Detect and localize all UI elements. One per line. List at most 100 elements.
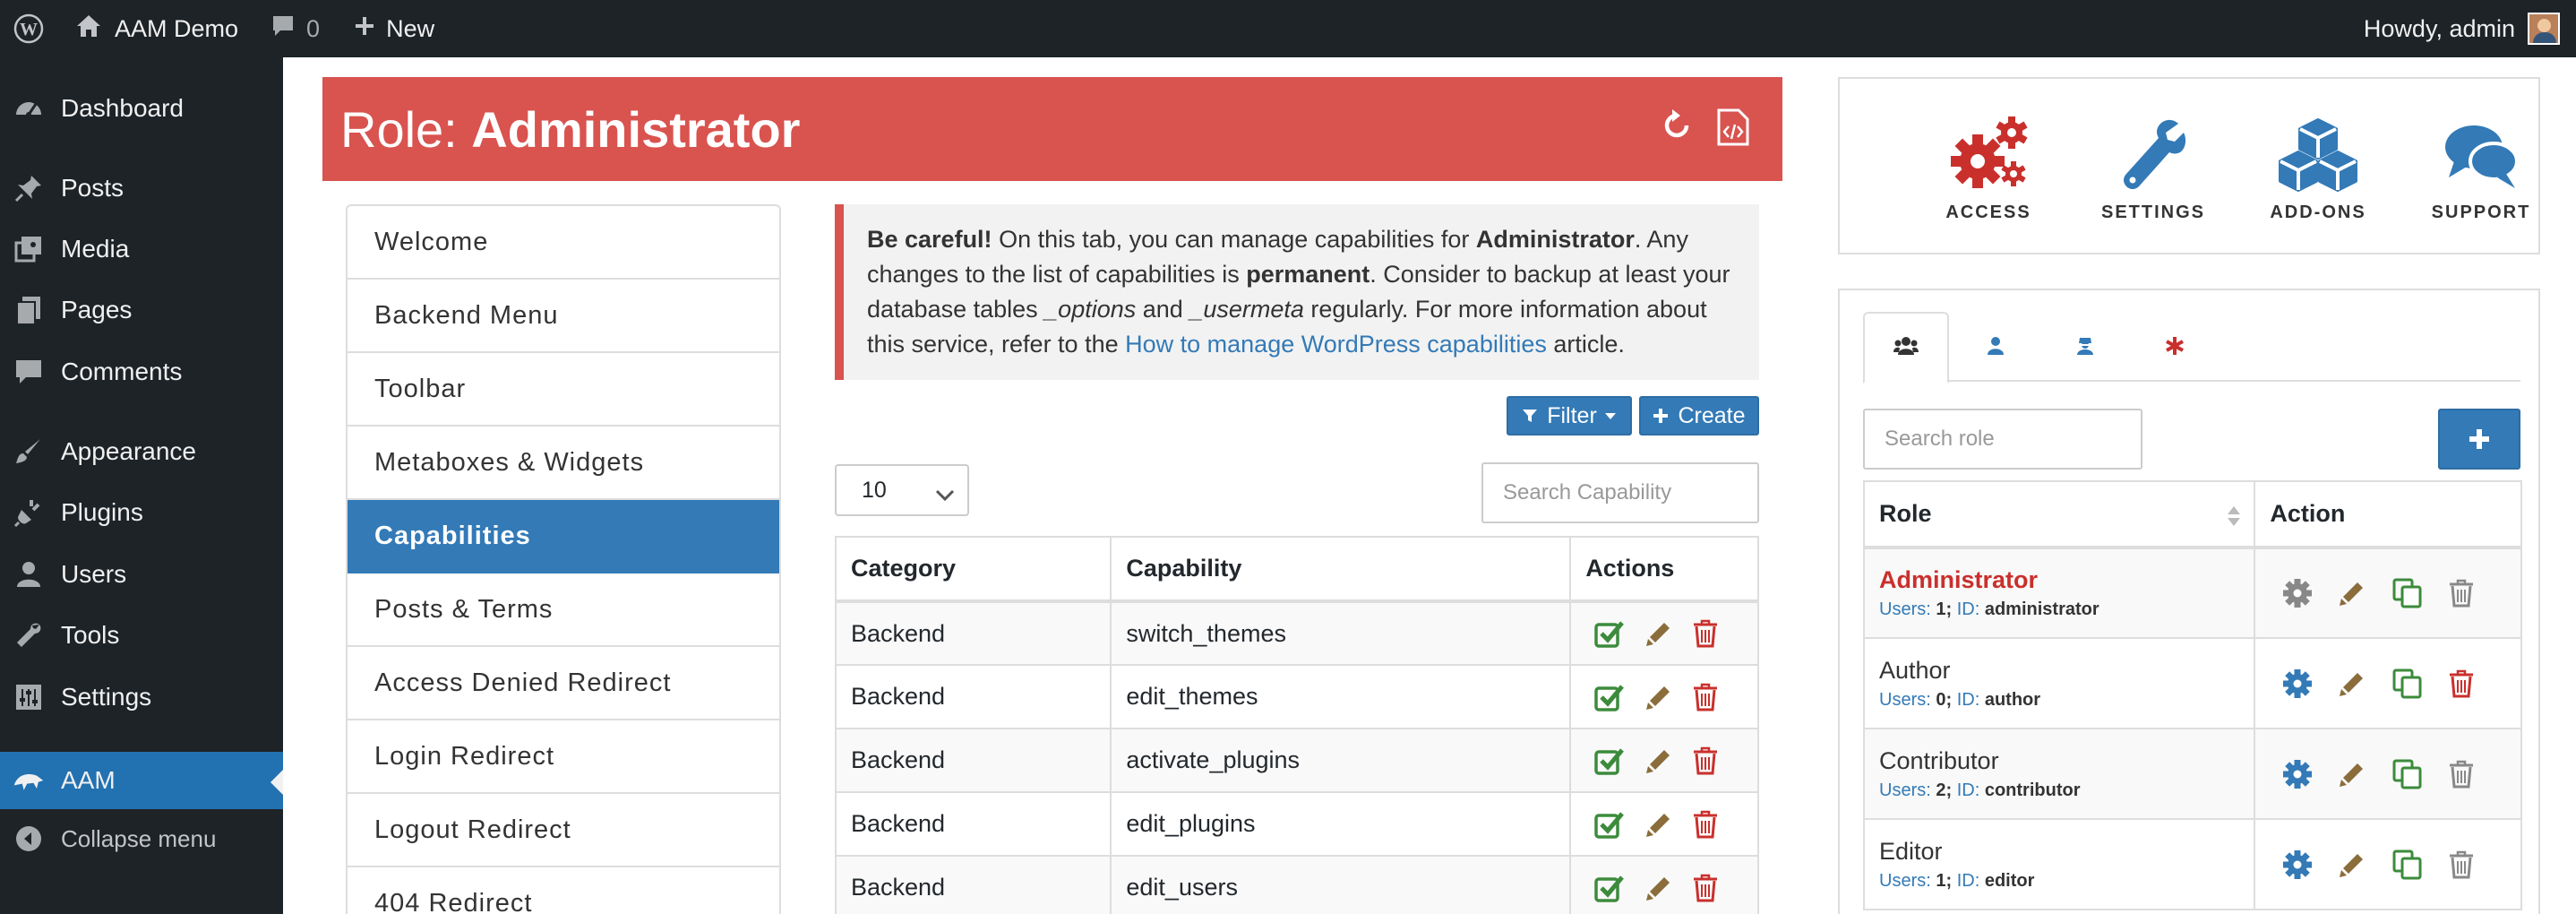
role-name[interactable]: Author — [1879, 657, 2254, 685]
manage-gear-icon[interactable] — [2282, 668, 2313, 699]
delete-trash-icon[interactable] — [1693, 874, 1718, 902]
edit-pencil-icon[interactable] — [1644, 683, 1673, 711]
edit-pencil-icon[interactable] — [1644, 619, 1673, 648]
collapse-menu-button[interactable]: Collapse menu — [0, 810, 283, 867]
sidebar-item-label: Plugins — [61, 498, 143, 526]
media-icon — [13, 233, 45, 265]
role-name[interactable]: Contributor — [1879, 747, 2254, 775]
clone-icon[interactable] — [2391, 758, 2424, 790]
role-row[interactable]: Editor Users: 1; ID: editor — [1862, 818, 2522, 910]
sidebar-item-tools[interactable]: Tools — [0, 607, 283, 664]
search-role-input[interactable]: Search role — [1863, 409, 2142, 470]
search-capability-placeholder: Search Capability — [1503, 480, 1672, 504]
manage-gear-icon[interactable] — [2282, 849, 2313, 880]
nav-addons[interactable]: ADD-ONS — [2237, 109, 2399, 223]
clone-icon[interactable] — [2391, 668, 2424, 700]
capabilities-help-link[interactable]: How to manage WordPress capabilities — [1125, 331, 1547, 358]
delete-trash-icon[interactable] — [1693, 810, 1718, 839]
role-action-cell — [2254, 637, 2522, 729]
comments-count: 0 — [306, 14, 321, 42]
clone-icon[interactable] — [2391, 849, 2424, 881]
role-row[interactable]: Administrator Users: 1; ID: administrator — [1862, 547, 2522, 639]
sidebar-item-posts[interactable]: Posts — [0, 160, 283, 217]
granted-checkbox-icon[interactable] — [1594, 683, 1625, 711]
sidebar-item-plugins[interactable]: Plugins — [0, 484, 283, 541]
delete-trash-icon[interactable] — [2449, 760, 2474, 789]
alert-strong: Be careful! — [867, 226, 992, 253]
edit-pencil-icon[interactable] — [2338, 760, 2366, 789]
manage-gear-icon[interactable] — [2282, 759, 2313, 789]
column-header-capability[interactable]: Capability — [1110, 536, 1572, 603]
feature-item-posts-terms[interactable]: Posts & Terms — [348, 573, 779, 647]
column-header-role[interactable]: Role — [1862, 480, 2256, 549]
role-name[interactable]: Administrator — [1879, 566, 2254, 594]
feature-item-backend-menu[interactable]: Backend Menu — [348, 280, 779, 353]
feature-item-login-redirect[interactable]: Login Redirect — [348, 720, 779, 794]
sliders-icon — [13, 681, 45, 713]
edit-pencil-icon[interactable] — [2338, 669, 2366, 698]
create-capability-button[interactable]: Create — [1639, 396, 1759, 435]
feature-item-capabilities[interactable]: Capabilities — [348, 500, 779, 573]
sidebar-item-users[interactable]: Users — [0, 546, 283, 603]
export-code-icon[interactable] — [1716, 108, 1750, 151]
sidebar-item-pages[interactable]: Pages — [0, 281, 283, 339]
role-name[interactable]: Editor — [1879, 838, 2254, 866]
site-name-link[interactable]: AAM Demo — [75, 0, 238, 57]
sidebar-item-media[interactable]: Media — [0, 220, 283, 278]
nav-settings[interactable]: SETTINGS — [2073, 109, 2234, 223]
nav-access[interactable]: ACCESS — [1908, 109, 2069, 223]
delete-trash-icon[interactable] — [1693, 746, 1718, 775]
page-size-select[interactable]: 10 — [835, 464, 969, 516]
feature-menu: Welcome Backend Menu Toolbar Metaboxes &… — [346, 204, 781, 914]
role-row[interactable]: Contributor Users: 2; ID: contributor — [1862, 728, 2522, 820]
delete-trash-icon[interactable] — [1693, 619, 1718, 648]
feature-item-404-redirect[interactable]: 404 Redirect — [348, 867, 779, 914]
feature-item-access-denied-redirect[interactable]: Access Denied Redirect — [348, 647, 779, 720]
sidebar-item-settings[interactable]: Settings — [0, 668, 283, 726]
delete-trash-icon[interactable] — [2449, 669, 2474, 698]
subject-panel: Search role Role Action Administrator Use… — [1838, 289, 2540, 914]
edit-pencil-icon[interactable] — [1644, 810, 1673, 839]
edit-pencil-icon[interactable] — [2338, 579, 2366, 608]
tab-visitor[interactable] — [2042, 312, 2128, 384]
edit-pencil-icon[interactable] — [1644, 746, 1673, 775]
sidebar-item-aam[interactable]: AAM — [0, 752, 283, 809]
granted-checkbox-icon[interactable] — [1594, 874, 1625, 902]
my-account[interactable]: Howdy, admin — [2364, 0, 2560, 57]
granted-checkbox-icon[interactable] — [1594, 746, 1625, 775]
feature-item-metaboxes[interactable]: Metaboxes & Widgets — [348, 427, 779, 500]
feature-item-logout-redirect[interactable]: Logout Redirect — [348, 794, 779, 867]
sidebar-item-appearance[interactable]: Appearance — [0, 423, 283, 480]
search-capability-input[interactable]: Search Capability — [1481, 462, 1759, 523]
sidebar-item-comments[interactable]: Comments — [0, 343, 283, 401]
delete-trash-icon[interactable] — [1693, 683, 1718, 711]
delete-trash-icon[interactable] — [2449, 579, 2474, 608]
wordpress-logo-icon[interactable]: W — [0, 0, 57, 57]
tab-default[interactable] — [2132, 312, 2218, 384]
filter-button[interactable]: Filter — [1507, 396, 1632, 435]
manage-gear-icon[interactable] — [2282, 578, 2313, 608]
role-row[interactable]: Author Users: 0; ID: author — [1862, 637, 2522, 729]
brush-icon — [13, 435, 45, 468]
alert-text: On this tab, you can manage capabilities… — [992, 226, 1476, 253]
collapse-menu-label: Collapse menu — [61, 824, 217, 852]
comments-link[interactable]: 0 — [270, 0, 320, 57]
feature-item-toolbar[interactable]: Toolbar — [348, 353, 779, 427]
reset-icon[interactable] — [1659, 108, 1695, 151]
tab-roles[interactable] — [1863, 312, 1949, 384]
edit-pencil-icon[interactable] — [2338, 850, 2366, 879]
add-role-button[interactable] — [2438, 409, 2520, 470]
column-header-category[interactable]: Category — [834, 536, 1112, 603]
granted-checkbox-icon[interactable] — [1594, 619, 1625, 649]
nav-support[interactable]: SUPPORT — [2400, 109, 2562, 223]
alert-table-usermeta: _usermeta — [1189, 296, 1304, 323]
feature-item-welcome[interactable]: Welcome — [348, 206, 779, 280]
tab-users[interactable] — [1953, 312, 2039, 384]
new-content-link[interactable]: New — [354, 0, 434, 57]
delete-trash-icon[interactable] — [2449, 850, 2474, 879]
page-title: Role: Administrator — [340, 100, 800, 159]
sidebar-item-dashboard[interactable]: Dashboard — [0, 80, 283, 137]
clone-icon[interactable] — [2391, 577, 2424, 609]
granted-checkbox-icon[interactable] — [1594, 810, 1625, 839]
edit-pencil-icon[interactable] — [1644, 874, 1673, 902]
